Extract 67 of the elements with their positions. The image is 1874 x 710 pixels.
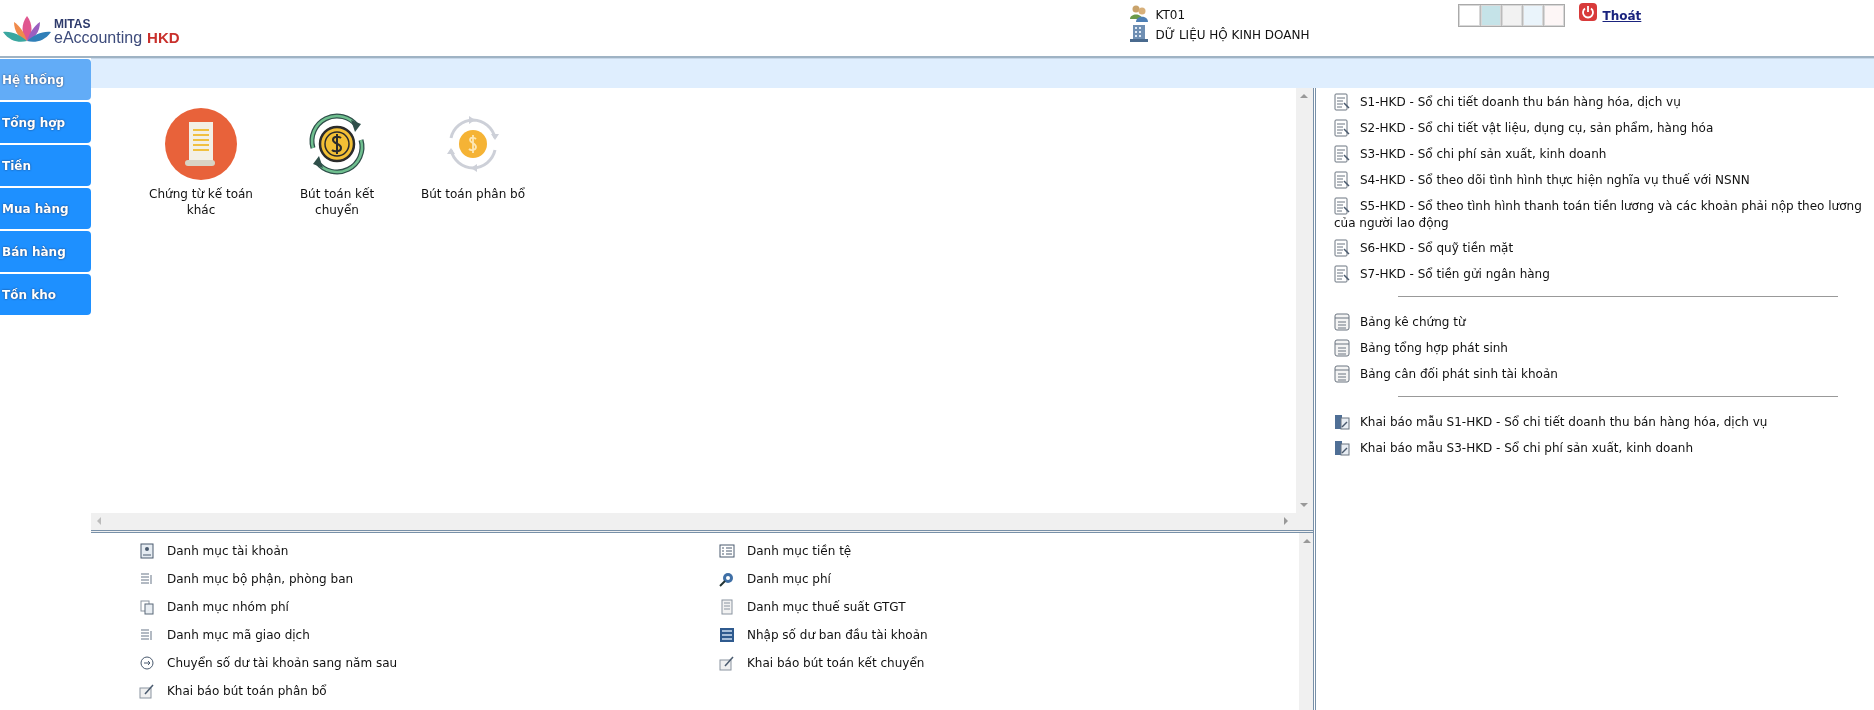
vertical-scrollbar[interactable] bbox=[1296, 88, 1313, 513]
power-icon bbox=[1578, 3, 1597, 21]
catalog-link[interactable]: Danh mục tài khoản bbox=[139, 537, 719, 565]
database-name: DỮ LIỆU HỘ KINH DOANH bbox=[1155, 28, 1310, 42]
report-link[interactable]: Bảng tổng hợp phát sinh bbox=[1334, 335, 1864, 361]
table-icon bbox=[1334, 365, 1350, 383]
user-name: KT01 bbox=[1155, 8, 1186, 22]
theme-swatch[interactable] bbox=[1542, 5, 1564, 26]
report-link[interactable]: Khai báo mẫu S3-HKD - Sổ chi phí sản xuất, kinh doanh bbox=[1334, 435, 1864, 461]
ledger-icon bbox=[1334, 93, 1350, 111]
brand-name: MITAS bbox=[54, 18, 92, 30]
grid-list-icon bbox=[719, 543, 735, 559]
catalog-link[interactable]: Chuyển số dư tài khoản sang năm sau bbox=[139, 649, 719, 677]
report-link[interactable]: S1-HKD - Sổ chi tiết doanh thu bán hàng hóa, dịch vụ bbox=[1334, 89, 1864, 115]
template-icon bbox=[1334, 413, 1350, 431]
grid-list-icon bbox=[719, 627, 735, 643]
report-link[interactable]: Bảng cân đối phát sinh tài khoản bbox=[1334, 361, 1864, 387]
report-link[interactable]: S6-HKD - Sổ quỹ tiền mặt bbox=[1334, 235, 1864, 261]
report-link[interactable]: S7-HKD - Sổ tiền gửi ngân hàng bbox=[1334, 261, 1864, 287]
building-icon bbox=[1129, 24, 1148, 42]
ledger-icon bbox=[1334, 145, 1350, 163]
report-link[interactable]: S3-HKD - Sổ chi phí sản xuất, kinh doanh bbox=[1334, 141, 1864, 167]
catalog-link[interactable]: Danh mục bộ phận, phòng ban bbox=[139, 565, 719, 593]
table-icon bbox=[1334, 313, 1350, 331]
pen-document-icon bbox=[719, 655, 735, 671]
list-icon bbox=[139, 599, 155, 615]
list-icon bbox=[139, 571, 155, 587]
lotus-logo-icon bbox=[2, 14, 52, 44]
ledger-icon bbox=[1334, 197, 1350, 215]
shortcut-button[interactable]: Chứng từ kế toán khác bbox=[133, 108, 269, 218]
catalog-link[interactable]: Danh mục tiền tệ bbox=[719, 537, 1299, 565]
catalog-link[interactable]: Danh mục thuế suất GTGT bbox=[719, 593, 1299, 621]
catalog-link[interactable]: Nhập số dư ban đầu tài khoản bbox=[719, 621, 1299, 649]
report-link[interactable]: Khai báo mẫu S1-HKD - Sổ chi tiết doanh thu bán hàng hóa, dịch vụ bbox=[1334, 409, 1864, 435]
product-edition: HKD bbox=[147, 30, 180, 45]
vertical-scrollbar[interactable] bbox=[1299, 533, 1313, 710]
report-link[interactable]: S2-HKD - Sổ chi tiết vật liệu, dụng cụ, sản phẩm, hàng hóa bbox=[1334, 115, 1864, 141]
theme-swatch[interactable] bbox=[1458, 5, 1480, 26]
catalog-link[interactable]: Khai báo bút toán kết chuyển bbox=[719, 649, 1299, 677]
report-link[interactable]: S5-HKD - Sổ theo tình hình thanh toán tiền lương và các khoản phải nộp theo lương của người lao động bbox=[1334, 193, 1864, 235]
report-link[interactable]: S4-HKD - Sổ theo dõi tình hình thực hiện nghĩa vụ thuế với NSNN bbox=[1334, 167, 1864, 193]
list-icon bbox=[719, 599, 735, 615]
ledger-icon bbox=[1334, 239, 1350, 257]
ledger-icon bbox=[1334, 171, 1350, 189]
report-link[interactable]: Bảng kê chứng từ bbox=[1334, 309, 1864, 335]
ledger-icon bbox=[1334, 265, 1350, 283]
pen-document-icon bbox=[139, 683, 155, 699]
table-icon bbox=[1334, 339, 1350, 357]
scroll-document-icon bbox=[165, 108, 237, 180]
id-card-icon bbox=[139, 543, 155, 559]
users-icon bbox=[1129, 4, 1148, 22]
shortcut-button[interactable]: Bút toán phân bổ bbox=[405, 108, 541, 202]
list-icon bbox=[139, 627, 155, 643]
theme-swatch[interactable] bbox=[1479, 5, 1501, 26]
catalog-link[interactable]: Khai báo bút toán phân bổ bbox=[139, 677, 719, 705]
horizontal-scrollbar[interactable] bbox=[91, 513, 1313, 533]
template-icon bbox=[1334, 439, 1350, 457]
logout-link[interactable]: Thoát bbox=[1602, 9, 1642, 23]
shortcut-button[interactable]: Bút toán kết chuyển bbox=[269, 108, 405, 218]
catalog-link[interactable]: Danh mục phí bbox=[719, 565, 1299, 593]
ledger-icon bbox=[1334, 119, 1350, 137]
theme-swatch[interactable] bbox=[1521, 5, 1543, 26]
catalog-link[interactable]: Danh mục mã giao dịch bbox=[139, 621, 719, 649]
theme-swatch[interactable] bbox=[1500, 5, 1522, 26]
catalog-link[interactable]: Danh mục nhóm phí bbox=[139, 593, 719, 621]
product-name: eAccounting bbox=[54, 30, 143, 46]
transfer-icon bbox=[139, 655, 155, 671]
